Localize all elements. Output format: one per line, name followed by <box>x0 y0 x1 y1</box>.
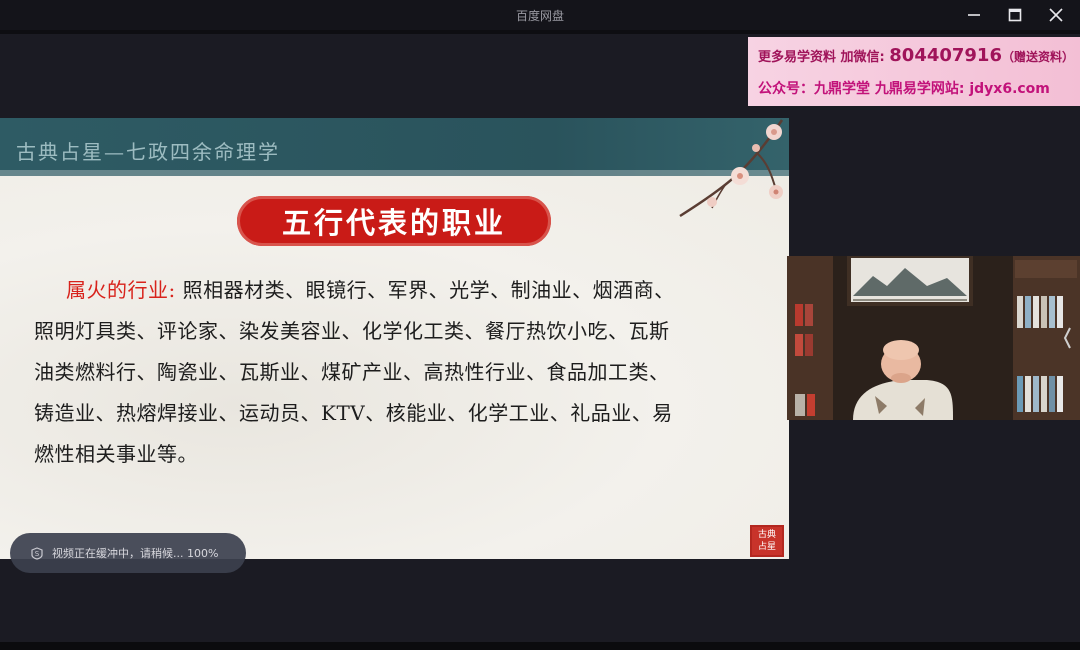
body-line: 照明灯具类、评论家、染发美容业、化学化工类、餐厅热饮小吃、瓦斯 <box>34 319 670 343</box>
window-title: 百度网盘 <box>515 9 564 23</box>
seal-stamp: 古典 占星 <box>750 525 784 557</box>
bottom-bar <box>0 642 1080 650</box>
body-line: 油类燃料行、陶瓷业、瓦斯业、煤矿产业、高热性行业、食品加工类、 <box>34 360 670 384</box>
presenter-video-frame <box>787 256 1080 420</box>
body-line: 铸造业、热熔焊接业、运动员、KTV、核能业、化学工业、礼品业、易 <box>34 401 673 425</box>
slide-header-title: 古典占星—七政四余命理学 <box>16 140 280 164</box>
minimize-button[interactable] <box>954 0 994 30</box>
video-slide[interactable]: 古典占星—七政四余命理学 五行代表的职业 属火的行业: 照相器材类、眼镜行、军界… <box>0 118 789 559</box>
maximize-button[interactable] <box>995 0 1035 30</box>
presenter-video[interactable] <box>787 256 1080 420</box>
slide-title-banner: 五行代表的职业 <box>237 196 551 246</box>
minimize-icon <box>968 14 980 16</box>
svg-text:S: S <box>35 550 40 558</box>
close-button[interactable] <box>1036 0 1076 30</box>
maximize-icon <box>1008 8 1022 22</box>
promo-line-2: 公众号：九鼎学堂 九鼎易学网站: jdyx6.com <box>758 81 1050 97</box>
fire-industry-label: 属火的行业: <box>66 278 176 302</box>
slide-title: 五行代表的职业 <box>281 206 506 240</box>
buffering-text: 视频正在缓冲中，请稍候... 100% <box>52 547 219 560</box>
promo-banner: 更多易学资料 加微信: 804407916（赠送资料） 公众号：九鼎学堂 九鼎易… <box>748 37 1080 106</box>
slide-header: 古典占星—七政四余命理学 <box>0 118 789 176</box>
promo-line-1: 更多易学资料 加微信: 804407916（赠送资料） <box>758 45 1074 66</box>
buffering-toast: S 视频正在缓冲中，请稍候... 100% <box>10 533 246 573</box>
body-line: 燃性相关事业等。 <box>34 442 198 466</box>
plum-blossom-decoration <box>679 119 784 218</box>
body-line-text: 照相器材类、眼镜行、军界、光学、制油业、烟酒商、 <box>182 278 675 302</box>
promo-suffix: （赠送资料） <box>1002 50 1075 64</box>
title-bar: 百度网盘 <box>0 0 1080 30</box>
buffering-icon: S <box>31 547 43 560</box>
promo-wechat-number: 804407916 <box>889 45 1002 66</box>
title-separator <box>0 30 1080 34</box>
close-icon <box>1049 8 1063 22</box>
body-line: 属火的行业: 照相器材类、眼镜行、军界、光学、制油业、烟酒商、 <box>34 270 764 311</box>
slide-body: 属火的行业: 照相器材类、眼镜行、军界、光学、制油业、烟酒商、 照明灯具类、评论… <box>34 270 764 475</box>
promo-prefix: 更多易学资料 加微信: <box>758 50 885 65</box>
